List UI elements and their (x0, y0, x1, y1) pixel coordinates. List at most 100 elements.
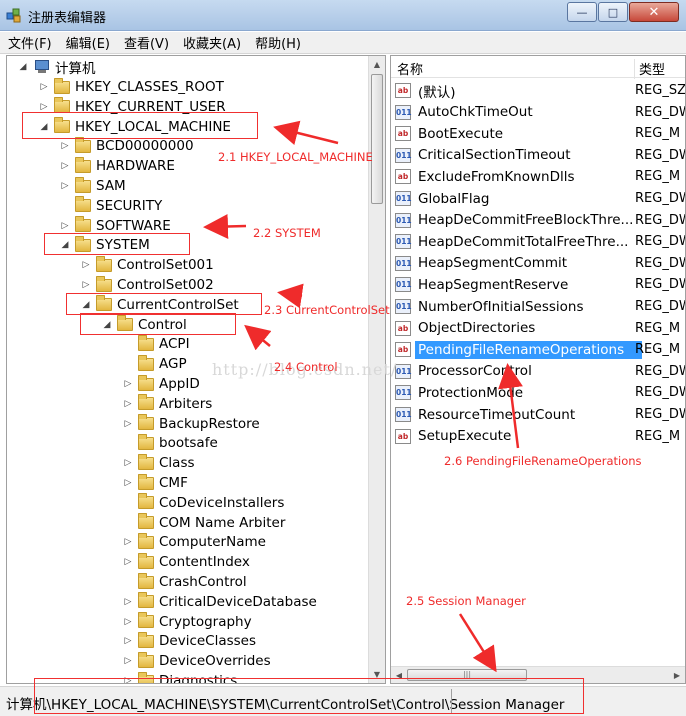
tree-item-bootsafe[interactable]: bootsafe (122, 433, 218, 453)
collapsed-arrow-icon[interactable]: ▷ (122, 636, 134, 646)
collapsed-arrow-icon[interactable]: ▷ (122, 597, 134, 607)
tree-item-label: AppID (159, 376, 200, 392)
tree-item-criticaldevicedatabase[interactable]: ▷ CriticalDeviceDatabase (122, 592, 317, 612)
tree-item-acpi[interactable]: ACPI (122, 334, 190, 354)
folder-icon (75, 136, 91, 153)
tree-item-deviceclasses[interactable]: ▷ DeviceClasses (122, 631, 256, 651)
value-row-heapsegmentcommit[interactable]: 011 HeapSegmentCommit REG_DW (395, 253, 685, 274)
collapsed-arrow-icon[interactable]: ▷ (122, 379, 134, 389)
collapsed-arrow-icon[interactable]: ▷ (122, 557, 134, 567)
value-type: REG_DW (635, 255, 685, 271)
tree-item-agp[interactable]: AGP (122, 354, 187, 374)
binary-value-icon: 011 (395, 234, 412, 250)
value-row-objectdirectories[interactable]: ab ObjectDirectories REG_M (395, 318, 683, 339)
value-row-bootexecute[interactable]: ab BootExecute REG_M (395, 123, 683, 144)
scroll-right-icon[interactable]: ▶ (669, 667, 685, 683)
tree-item-bcd00000000[interactable]: ▷ BCD00000000 (59, 136, 194, 156)
value-row-resourcetimeoutcount[interactable]: 011 ResourceTimeoutCount REG_DW (395, 404, 685, 425)
tree-item-label: SAM (96, 178, 126, 194)
tree-item-label: CriticalDeviceDatabase (159, 593, 317, 610)
expanded-arrow-icon[interactable]: ◢ (17, 62, 29, 72)
menu-help[interactable]: 帮助(H) (249, 33, 307, 52)
close-button[interactable]: ✕ (629, 2, 679, 22)
tree-item-class[interactable]: ▷ Class (122, 453, 195, 473)
value-row-[interactable]: ab (默认) REG_SZ (395, 80, 686, 101)
tree-item-contentindex[interactable]: ▷ ContentIndex (122, 552, 250, 572)
collapsed-arrow-icon[interactable]: ▷ (38, 82, 50, 92)
value-row-numberofinitialsessions[interactable]: 011 NumberOfInitialSessions REG_DW (395, 296, 685, 317)
tree-item-label: AGP (159, 356, 187, 373)
tree-item-deviceoverrides[interactable]: ▷ DeviceOverrides (122, 651, 271, 671)
value-row-heapdecommittotalfreethre[interactable]: 011 HeapDeCommitTotalFreeThre... REG_DW (395, 231, 685, 252)
highlight-system (44, 233, 190, 255)
tree-item-controlset001[interactable]: ▷ ControlSet001 (80, 255, 214, 275)
value-name: HeapDeCommitFreeBlockThre... (418, 212, 634, 229)
collapsed-arrow-icon[interactable]: ▷ (38, 102, 50, 112)
menu-edit[interactable]: 编辑(E) (60, 33, 116, 52)
maximize-button[interactable]: □ (598, 2, 628, 22)
column-header-type[interactable]: 类型 (634, 59, 665, 79)
collapsed-arrow-icon[interactable]: ▷ (59, 221, 71, 231)
menu-file[interactable]: 文件(F) (2, 33, 58, 52)
column-header-name[interactable]: 名称 (397, 59, 423, 78)
value-list-pane: 名称 类型 ab (默认) REG_SZ 011 AutoChkTimeOut REG_D… (390, 55, 686, 684)
value-type: REG_M (635, 342, 681, 358)
tree-item-hardware[interactable]: ▷ HARDWARE (59, 156, 175, 176)
value-row-heapdecommitfreeblockthre[interactable]: 011 HeapDeCommitFreeBlockThre...REG_DW (395, 210, 685, 231)
tree-item-codeviceinstallers[interactable]: CoDeviceInstallers (122, 493, 284, 513)
tree-root-computer[interactable]: ◢ 计算机 (17, 57, 96, 77)
collapsed-arrow-icon[interactable]: ▷ (122, 458, 134, 468)
folder-icon (75, 176, 91, 193)
value-row-excludefromknowndlls[interactable]: ab ExcludeFromKnownDlls REG_M (395, 166, 683, 187)
collapsed-arrow-icon[interactable]: ▷ (80, 280, 92, 290)
tree-item-hkey-classes-root[interactable]: ▷ HKEY_CLASSES_ROOT (38, 77, 224, 97)
value-row-heapsegmentreserve[interactable]: 011 HeapSegmentReserve REG_DW (395, 274, 685, 295)
tree-item-backuprestore[interactable]: ▷ BackupRestore (122, 414, 260, 434)
value-row-processorcontrol[interactable]: 011 ProcessorControl REG_DW (395, 361, 685, 382)
collapsed-arrow-icon[interactable]: ▷ (59, 161, 71, 171)
collapsed-arrow-icon[interactable]: ▷ (122, 419, 134, 429)
tree-item-cmf[interactable]: ▷ CMF (122, 473, 188, 493)
value-type: REG_M (635, 169, 681, 185)
collapsed-arrow-icon[interactable]: ▷ (122, 399, 134, 409)
tree-item-sam[interactable]: ▷ SAM (59, 176, 126, 196)
collapsed-arrow-icon[interactable]: ▷ (122, 617, 134, 627)
value-row-protectionmode[interactable]: 011 ProtectionMode REG_DW (395, 382, 685, 403)
tree-item-crashcontrol[interactable]: CrashControl (122, 572, 247, 592)
collapsed-arrow-icon[interactable]: ▷ (80, 260, 92, 270)
menu-view[interactable]: 查看(V) (118, 33, 175, 52)
tree-item-cryptography[interactable]: ▷ Cryptography (122, 612, 252, 632)
collapsed-arrow-icon[interactable]: ▷ (122, 537, 134, 547)
tree-item-label: DeviceClasses (159, 633, 257, 650)
menu-favorites[interactable]: 收藏夹(A) (177, 33, 247, 52)
value-row-pendingfilerenameoperations[interactable]: ab PendingFileRenameOperations REG_M (395, 339, 683, 360)
scroll-thumb[interactable] (371, 74, 383, 204)
minimize-button[interactable]: — (567, 2, 597, 22)
collapsed-arrow-icon[interactable]: ▷ (59, 181, 71, 191)
value-type: REG_DW (635, 147, 685, 163)
binary-value-icon: 011 (395, 363, 412, 379)
value-row-setupexecute[interactable]: ab SetupExecute REG_M (395, 426, 683, 447)
scroll-up-icon[interactable]: ▲ (369, 56, 385, 73)
value-row-globalflag[interactable]: 011 GlobalFlag REG_DW (395, 188, 685, 209)
tree-item-appid[interactable]: ▷ AppID (122, 374, 200, 394)
binary-value-icon: 011 (395, 277, 412, 293)
regedit-app-icon (6, 8, 21, 23)
highlight-control (80, 313, 236, 335)
tree-item-security[interactable]: SECURITY (59, 196, 162, 216)
tree-item-computername[interactable]: ▷ ComputerName (122, 532, 266, 552)
folder-icon (138, 433, 154, 450)
value-row-criticalsectiontimeout[interactable]: 011 CriticalSectionTimeout REG_DW (395, 145, 685, 166)
value-type: REG_DW (635, 104, 685, 120)
tree-item-com-name-arbiter[interactable]: COM Name Arbiter (122, 513, 285, 533)
string-value-icon: ab (395, 169, 411, 185)
value-row-autochktimeout[interactable]: 011 AutoChkTimeOut REG_DW (395, 102, 685, 123)
tree-item-controlset002[interactable]: ▷ ControlSet002 (80, 275, 214, 295)
string-value-icon: ab (395, 320, 411, 336)
folder-icon (54, 77, 70, 94)
collapsed-arrow-icon[interactable]: ▷ (122, 478, 134, 488)
collapsed-arrow-icon[interactable]: ▷ (59, 141, 71, 151)
collapsed-arrow-icon[interactable]: ▷ (122, 656, 134, 666)
value-type: REG_SZ (635, 83, 686, 98)
tree-item-arbiters[interactable]: ▷ Arbiters (122, 394, 212, 414)
